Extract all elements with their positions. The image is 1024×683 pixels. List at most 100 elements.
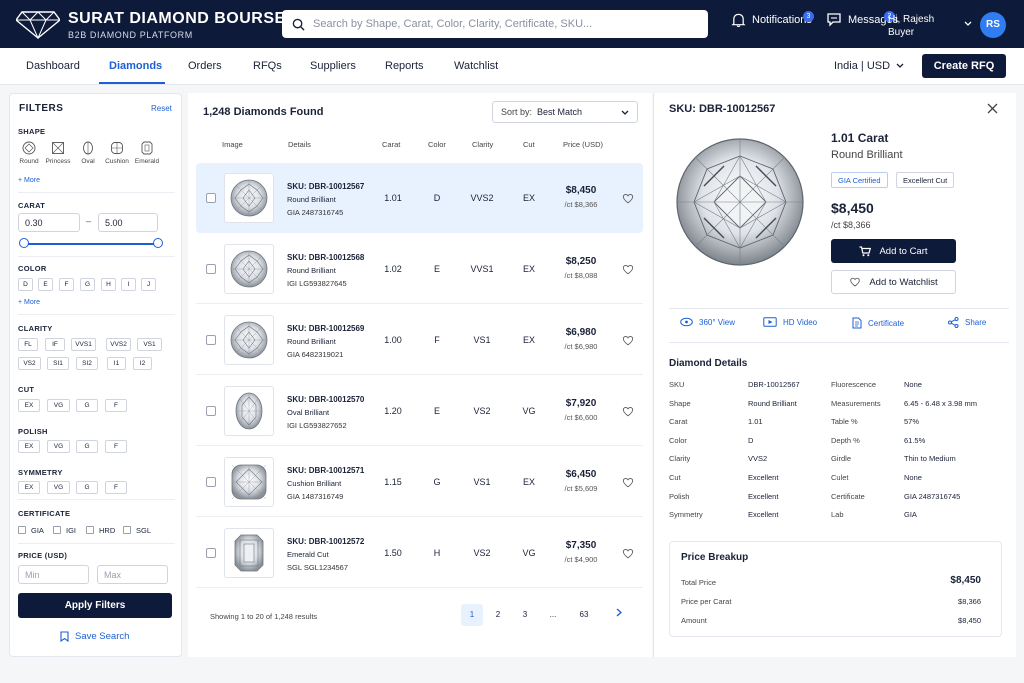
apply-filters-button[interactable]: Apply Filters bbox=[18, 593, 172, 618]
diamond-thumbnail[interactable] bbox=[224, 386, 274, 436]
create-rfq-button[interactable]: Create RFQ bbox=[922, 54, 1006, 78]
row-select-checkbox[interactable] bbox=[206, 264, 216, 274]
hd-video-button[interactable]: HD Video bbox=[763, 317, 817, 327]
next-page-button[interactable] bbox=[608, 604, 630, 626]
color-chip-i[interactable]: I bbox=[121, 278, 136, 291]
table-row[interactable]: SKU: DBR-10012570 Oval Brilliant IGI LG593… bbox=[196, 376, 643, 446]
color-chip-e[interactable]: E bbox=[38, 278, 53, 291]
row-select-checkbox[interactable] bbox=[206, 335, 216, 345]
diamond-image[interactable] bbox=[674, 136, 806, 268]
shape-option-princess[interactable]: Princess bbox=[43, 141, 73, 165]
symmetry-chip-g[interactable]: G bbox=[76, 481, 98, 494]
search-input[interactable] bbox=[313, 18, 693, 30]
clarity-chip-vvs1[interactable]: VVS1 bbox=[71, 338, 96, 351]
search-box[interactable] bbox=[282, 10, 708, 38]
page-2-button[interactable]: 2 bbox=[487, 604, 509, 626]
cut-chip-g[interactable]: G bbox=[76, 399, 98, 412]
shape-option-emerald[interactable]: Emerald bbox=[132, 141, 162, 165]
price-min-input[interactable] bbox=[18, 565, 89, 584]
clarity-chip-i2[interactable]: I2 bbox=[133, 357, 152, 370]
tab-rfqs[interactable]: RFQs bbox=[253, 60, 282, 72]
certificate-gia-checkbox[interactable] bbox=[18, 526, 26, 534]
save-search-button[interactable]: Save Search bbox=[60, 631, 129, 642]
shape-option-round[interactable]: Round bbox=[14, 141, 44, 165]
clarity-chip-si1[interactable]: SI1 bbox=[47, 357, 69, 370]
page-3-button[interactable]: 3 bbox=[514, 604, 536, 626]
brand[interactable]: SURAT DIAMOND BOURSE B2B DIAMOND PLATFOR… bbox=[68, 10, 286, 40]
row-select-checkbox[interactable] bbox=[206, 477, 216, 487]
heart-icon[interactable] bbox=[621, 476, 635, 489]
polish-chip-g[interactable]: G bbox=[76, 440, 98, 453]
heart-icon[interactable] bbox=[621, 263, 635, 276]
notifications-button[interactable]: Notifications 3 bbox=[731, 11, 814, 28]
cut-chip-vg[interactable]: VG bbox=[47, 399, 70, 412]
table-row[interactable]: SKU: DBR-10012571 Cushion Brilliant GIA 14… bbox=[196, 447, 643, 517]
diamond-thumbnail[interactable] bbox=[224, 315, 274, 365]
diamond-thumbnail[interactable] bbox=[224, 528, 274, 578]
symmetry-chip-f[interactable]: F bbox=[105, 481, 127, 494]
tab-suppliers[interactable]: Suppliers bbox=[310, 60, 356, 72]
certificate-igi-checkbox[interactable] bbox=[53, 526, 61, 534]
symmetry-chip-ex[interactable]: EX bbox=[18, 481, 40, 494]
row-select-checkbox[interactable] bbox=[206, 193, 216, 203]
certificate-button[interactable]: Certificate bbox=[852, 317, 904, 329]
carat-min-input[interactable] bbox=[18, 213, 80, 232]
symmetry-chip-vg[interactable]: VG bbox=[47, 481, 70, 494]
tab-diamonds[interactable]: Diamonds bbox=[109, 60, 162, 72]
polish-chip-ex[interactable]: EX bbox=[18, 440, 40, 453]
tab-reports[interactable]: Reports bbox=[385, 60, 424, 72]
certificate-hrd-checkbox[interactable] bbox=[86, 526, 94, 534]
diamond-thumbnail[interactable] bbox=[224, 173, 274, 223]
carat-slider-min-handle[interactable] bbox=[19, 238, 29, 248]
shape-option-cushion[interactable]: Cushion bbox=[102, 141, 132, 165]
column-header-carat[interactable]: Carat bbox=[382, 140, 400, 149]
diamond-thumbnail[interactable] bbox=[224, 244, 274, 294]
heart-icon[interactable] bbox=[621, 547, 635, 560]
clarity-chip-fl[interactable]: FL bbox=[18, 338, 38, 351]
add-to-watchlist-button[interactable]: Add to Watchlist bbox=[831, 270, 956, 294]
tab-watchlist[interactable]: Watchlist bbox=[454, 60, 498, 72]
color-chip-g[interactable]: G bbox=[80, 278, 95, 291]
cut-chip-ex[interactable]: EX bbox=[18, 399, 40, 412]
user-menu[interactable]: Hi, Rajesh Buyer bbox=[888, 13, 972, 39]
table-row[interactable]: SKU: DBR-10012572 Emerald Cut SGL SGL12345… bbox=[196, 518, 643, 588]
column-header-price[interactable]: Price (USD) bbox=[563, 140, 603, 149]
column-header-cut[interactable]: Cut bbox=[523, 140, 535, 149]
color-chip-d[interactable]: D bbox=[18, 278, 33, 291]
heart-icon[interactable] bbox=[621, 405, 635, 418]
reset-filters-link[interactable]: Reset bbox=[151, 104, 172, 113]
heart-icon[interactable] bbox=[621, 334, 635, 347]
region-currency-select[interactable]: India | USD bbox=[834, 60, 904, 72]
row-select-checkbox[interactable] bbox=[206, 548, 216, 558]
clarity-chip-vs2[interactable]: VS2 bbox=[18, 357, 41, 370]
close-icon[interactable] bbox=[987, 103, 998, 114]
share-button[interactable]: Share bbox=[948, 317, 986, 328]
diamond-thumbnail[interactable] bbox=[224, 457, 274, 507]
clarity-chip-vvs2[interactable]: VVS2 bbox=[106, 338, 131, 351]
column-header-clarity[interactable]: Clarity bbox=[472, 140, 493, 149]
page-1-button[interactable]: 1 bbox=[461, 604, 483, 626]
shape-option-oval[interactable]: Oval bbox=[73, 141, 103, 165]
color-more-link[interactable]: + More bbox=[18, 299, 40, 306]
table-row[interactable]: SKU: DBR-10012569 Round Brilliant GIA 6482… bbox=[196, 305, 643, 375]
sort-select[interactable]: Sort by: Best Match bbox=[492, 101, 638, 123]
table-row[interactable]: SKU: DBR-10012567 Round Brilliant GIA 2487… bbox=[196, 163, 643, 233]
360-view-button[interactable]: 360° View bbox=[680, 317, 735, 327]
clarity-chip-if[interactable]: IF bbox=[45, 338, 65, 351]
color-chip-f[interactable]: F bbox=[59, 278, 74, 291]
clarity-chip-i1[interactable]: I1 bbox=[107, 357, 126, 370]
column-header-color[interactable]: Color bbox=[428, 140, 446, 149]
clarity-chip-si2[interactable]: SI2 bbox=[76, 357, 98, 370]
carat-slider-max-handle[interactable] bbox=[153, 238, 163, 248]
color-chip-h[interactable]: H bbox=[101, 278, 116, 291]
color-chip-j[interactable]: J bbox=[141, 278, 156, 291]
carat-slider-track[interactable] bbox=[24, 243, 158, 245]
polish-chip-vg[interactable]: VG bbox=[47, 440, 70, 453]
clarity-chip-vs1[interactable]: VS1 bbox=[137, 338, 162, 351]
cut-chip-f[interactable]: F bbox=[105, 399, 127, 412]
avatar[interactable]: RS bbox=[980, 12, 1006, 38]
add-to-cart-button[interactable]: Add to Cart bbox=[831, 239, 956, 263]
carat-max-input[interactable] bbox=[98, 213, 158, 232]
polish-chip-f[interactable]: F bbox=[105, 440, 127, 453]
price-max-input[interactable] bbox=[97, 565, 168, 584]
